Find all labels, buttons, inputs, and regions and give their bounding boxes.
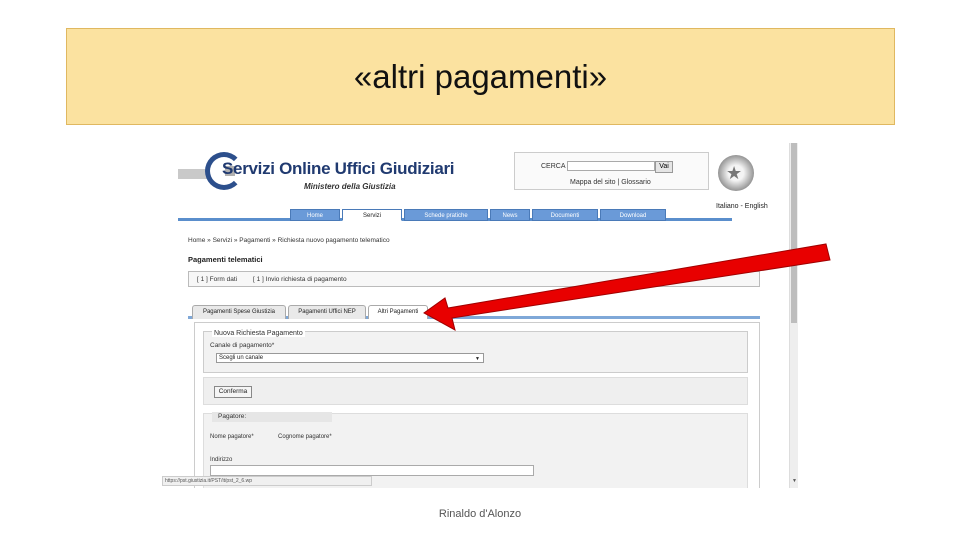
step-form-dati: [ 1 ] Form dati — [197, 276, 238, 283]
left-strip — [162, 143, 178, 488]
emblem-star-icon: ★ — [726, 163, 743, 183]
nav-tab-news[interactable]: News — [490, 209, 530, 221]
search-input[interactable] — [567, 161, 655, 171]
actions-bar: Conferma — [203, 377, 748, 405]
canale-selected-value: Scegli un canale — [219, 355, 264, 361]
website-screenshot: Servizi Online Uffici Giudiziari Ministe… — [162, 143, 798, 488]
slide: «altri pagamenti» Servizi Online Uffici … — [0, 0, 960, 540]
tab-pagamenti-spese-giustizia[interactable]: Pagamenti Spese Giustizia — [192, 305, 286, 319]
nuova-richiesta-fieldset: Nuova Richiesta Pagamento Canale di paga… — [203, 330, 748, 373]
site-logo-text[interactable]: Servizi Online Uffici Giudiziari — [222, 159, 455, 179]
payment-form: Nuova Richiesta Pagamento Canale di paga… — [194, 322, 760, 488]
search-button[interactable]: Vai — [655, 161, 673, 173]
tab-pagamenti-uffici-nep[interactable]: Pagamenti Uffici NEP — [288, 305, 366, 319]
search-panel: CERCA Vai Mappa del sito | Glossario — [514, 152, 709, 190]
scroll-down-icon[interactable]: ▼ — [792, 478, 797, 484]
slide-title: «altri pagamenti» — [353, 57, 608, 95]
nav-tab-documenti[interactable]: Documenti — [532, 209, 598, 221]
cognome-pagatore-label: Cognome pagatore* — [278, 434, 332, 440]
sitemap-links[interactable]: Mappa del sito | Glossario — [570, 179, 651, 186]
main-nav: Home Servizi Schede pratiche News Docume… — [178, 209, 732, 221]
canale-select[interactable]: Scegli un canale ▼ — [216, 353, 484, 363]
fieldset-legend: Nuova Richiesta Pagamento — [212, 330, 305, 337]
breadcrumb[interactable]: Home » Servizi » Pagamenti » Richiesta n… — [188, 237, 390, 244]
vertical-scrollbar[interactable]: ▼ — [789, 143, 798, 488]
nav-tab-home[interactable]: Home — [290, 209, 340, 221]
confirm-button[interactable]: Conferma — [214, 386, 252, 398]
tab-altri-pagamenti[interactable]: Altri Pagamenti — [368, 305, 428, 319]
browser-statusbar: https://pst.giustizia.it/PST/it/pst_2_6.… — [162, 476, 372, 486]
title-banner: «altri pagamenti» — [66, 28, 895, 125]
pagatore-title: Pagatore: — [212, 412, 332, 422]
scroll-thumb[interactable] — [791, 143, 797, 323]
indirizzo-input[interactable] — [210, 465, 534, 476]
indirizzo-label: Indirizzo — [210, 457, 233, 463]
nav-tab-servizi[interactable]: Servizi — [342, 209, 402, 221]
search-label: CERCA — [541, 163, 566, 170]
nome-pagatore-label: Nome pagatore* — [210, 434, 254, 440]
step-invio-richiesta: [ 1 ] Invio richiesta di pagamento — [253, 276, 347, 283]
steps-bar: [ 1 ] Form dati [ 1 ] Invio richiesta di… — [188, 271, 760, 287]
footer-author: Rinaldo d'Alonzo — [438, 508, 522, 520]
ministry-subtitle: Ministero della Giustizia — [304, 182, 396, 191]
nav-tab-download[interactable]: Download — [600, 209, 666, 221]
chevron-down-icon: ▼ — [475, 356, 480, 362]
header-decor-bar — [178, 169, 208, 179]
nav-tab-schede-pratiche[interactable]: Schede pratiche — [404, 209, 488, 221]
canale-label: Canale di pagamento* — [210, 342, 275, 349]
page-title: Pagamenti telematici — [188, 255, 263, 264]
payment-tabs: Pagamenti Spese Giustizia Pagamenti Uffi… — [188, 303, 760, 319]
